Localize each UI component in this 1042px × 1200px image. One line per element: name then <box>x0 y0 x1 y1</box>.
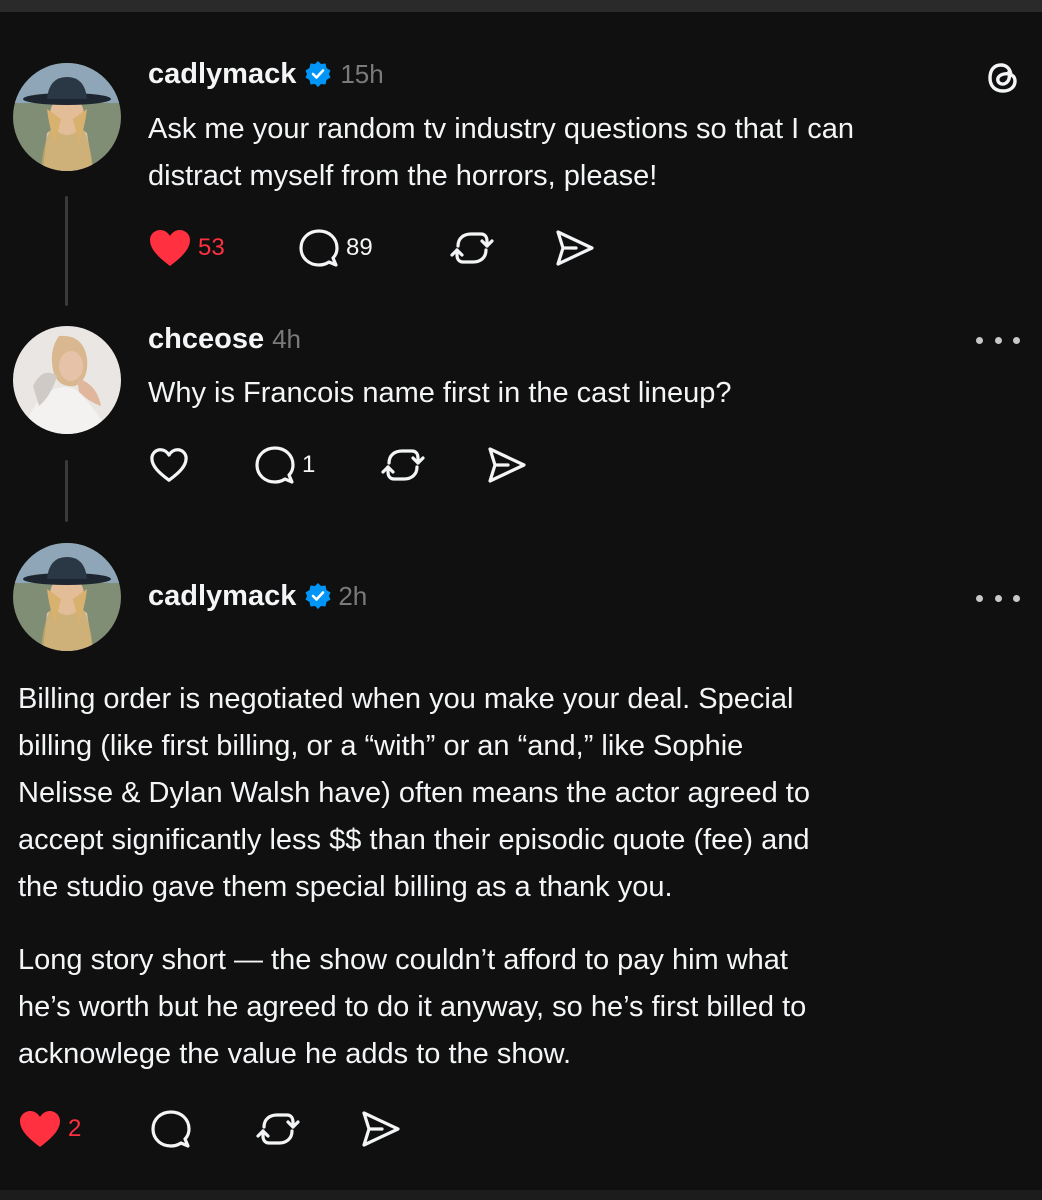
repost-button[interactable] <box>450 223 494 273</box>
share-button[interactable] <box>358 1104 402 1154</box>
post-text-line: he’s worth but he agreed to do it anyway… <box>18 991 807 1023</box>
post-actions: 1 <box>148 440 548 490</box>
reply-button[interactable]: 89 <box>298 223 373 273</box>
speech-bubble-icon <box>299 229 339 267</box>
like-count: 53 <box>198 234 225 261</box>
send-icon <box>488 447 526 483</box>
repost-icon <box>381 449 425 481</box>
more-dots-icon[interactable] <box>976 588 1020 608</box>
reply-button[interactable]: 1 <box>254 440 315 490</box>
top-edge <box>0 0 1042 12</box>
heart-icon <box>150 230 190 266</box>
post-text-line: distract myself from the horrors, please… <box>148 160 658 192</box>
post-header: cadlymack 2h <box>148 576 367 616</box>
more-dots-icon[interactable] <box>976 330 1020 350</box>
repost-icon <box>450 232 494 264</box>
post-body: Ask me your random tv industry questions… <box>148 106 854 200</box>
thread-line <box>65 460 68 522</box>
reply-count: 89 <box>346 234 373 261</box>
repost-button[interactable] <box>381 440 425 490</box>
like-button[interactable]: 2 <box>18 1104 81 1154</box>
verified-badge-icon <box>304 60 332 88</box>
post-text-line: Long story short — the show couldn’t aff… <box>18 944 788 976</box>
speech-bubble-icon <box>151 1110 191 1148</box>
threads-logo-icon[interactable] <box>980 55 1026 101</box>
post-body-paragraph: Long story short — the show couldn’t aff… <box>18 937 806 1078</box>
repost-button[interactable] <box>256 1104 300 1154</box>
post-header: chceose 4h <box>148 319 301 359</box>
post-actions: 53 89 <box>148 223 608 273</box>
post-text-line: billing (like first billing, or a “with”… <box>18 730 744 762</box>
post-body: Why is Francois name first in the cast l… <box>148 370 731 417</box>
post-time[interactable]: 2h <box>338 581 367 612</box>
post-text-line: Billing order is negotiated when you mak… <box>18 683 794 715</box>
bottom-edge <box>0 1190 1042 1200</box>
send-icon <box>362 1111 400 1147</box>
username[interactable]: cadlymack <box>148 580 296 613</box>
post-text-line: acknowlege the value he adds to the show… <box>18 1038 571 1070</box>
like-button[interactable]: 53 <box>148 223 225 273</box>
send-icon <box>556 230 594 266</box>
post-actions: 2 <box>18 1104 418 1154</box>
like-count: 2 <box>68 1115 82 1142</box>
username[interactable]: chceose <box>148 323 264 356</box>
like-button[interactable] <box>148 440 190 490</box>
post-body-paragraph: Billing order is negotiated when you mak… <box>18 676 810 911</box>
post-header: cadlymack 15h <box>148 54 384 94</box>
heart-icon <box>150 448 188 482</box>
avatar[interactable] <box>13 543 121 651</box>
username[interactable]: cadlymack <box>148 58 296 91</box>
reply-count: 1 <box>302 451 316 478</box>
heart-icon <box>20 1111 60 1147</box>
post-text-line: Why is Francois name first in the cast l… <box>148 377 732 409</box>
avatar[interactable] <box>13 326 121 434</box>
post-text-line: accept significantly less $$ than their … <box>18 824 810 856</box>
post-text-line: the studio gave them special billing as … <box>18 871 673 903</box>
post-text-line: Ask me your random tv industry questions… <box>148 113 854 145</box>
share-button[interactable] <box>484 440 528 490</box>
post-time[interactable]: 4h <box>272 324 301 355</box>
reply-button[interactable] <box>150 1104 192 1154</box>
post-text-line: Nelisse & Dylan Walsh have) often means … <box>18 777 810 809</box>
speech-bubble-icon <box>255 446 295 484</box>
repost-icon <box>256 1113 300 1145</box>
post-time[interactable]: 15h <box>340 59 383 90</box>
avatar[interactable] <box>13 63 121 171</box>
verified-badge-icon <box>304 582 332 610</box>
thread-line <box>65 196 68 306</box>
share-button[interactable] <box>552 223 596 273</box>
